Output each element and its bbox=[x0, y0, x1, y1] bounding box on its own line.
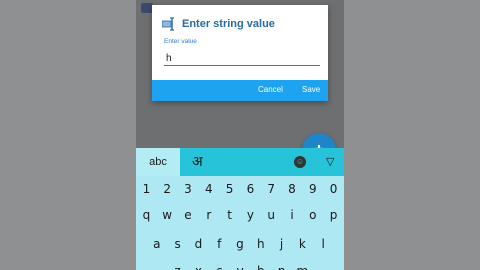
key-5[interactable]: 5 bbox=[219, 178, 240, 200]
key-k[interactable]: k bbox=[292, 233, 313, 255]
key-v[interactable]: v bbox=[230, 260, 251, 270]
keyboard-toolbar: abc अ ☺ ▽ bbox=[136, 148, 344, 176]
keyboard-tab-hindi[interactable]: अ bbox=[192, 152, 203, 171]
string-value-dialog: Enter string value Enter value Cancel Sa… bbox=[152, 5, 328, 101]
keyboard-tab-abc[interactable]: abc bbox=[136, 148, 180, 176]
key-0[interactable]: 0 bbox=[323, 178, 344, 200]
right-blur-panel bbox=[344, 0, 480, 270]
cancel-button[interactable]: Cancel bbox=[258, 85, 283, 94]
key-l[interactable]: l bbox=[313, 233, 334, 255]
key-e[interactable]: e bbox=[178, 204, 199, 226]
key-4[interactable]: 4 bbox=[198, 178, 219, 200]
key-p[interactable]: p bbox=[323, 204, 344, 226]
key-u[interactable]: u bbox=[261, 204, 282, 226]
phone-screen: Enter string value Enter value Cancel Sa… bbox=[136, 0, 344, 270]
key-x[interactable]: x bbox=[188, 260, 209, 270]
key-6[interactable]: 6 bbox=[240, 178, 261, 200]
key-1[interactable]: 1 bbox=[136, 178, 157, 200]
key-j[interactable]: j bbox=[271, 233, 292, 255]
key-t[interactable]: t bbox=[219, 204, 240, 226]
key-f[interactable]: f bbox=[209, 233, 230, 255]
key-c[interactable]: c bbox=[209, 260, 230, 270]
dialog-title: Enter string value bbox=[182, 18, 275, 30]
soft-keyboard: abc अ ☺ ▽ 1 2 3 4 5 6 7 8 9 0 q w e r t … bbox=[136, 148, 344, 270]
key-7[interactable]: 7 bbox=[261, 178, 282, 200]
keyboard-row-top-letters: q w e r t y u i o p bbox=[136, 204, 344, 226]
key-y[interactable]: y bbox=[240, 204, 261, 226]
key-i[interactable]: i bbox=[282, 204, 303, 226]
key-3[interactable]: 3 bbox=[178, 178, 199, 200]
key-a[interactable]: a bbox=[146, 233, 167, 255]
key-q[interactable]: q bbox=[136, 204, 157, 226]
key-o[interactable]: o bbox=[302, 204, 323, 226]
key-g[interactable]: g bbox=[230, 233, 251, 255]
key-8[interactable]: 8 bbox=[282, 178, 303, 200]
key-h[interactable]: h bbox=[250, 233, 271, 255]
dialog-header: Enter string value bbox=[162, 16, 275, 32]
keyboard-row-bottom-letters: z x c v b n m bbox=[136, 260, 344, 270]
dialog-footer: Cancel Save bbox=[152, 80, 328, 101]
left-blur-panel bbox=[0, 0, 136, 270]
chevron-down-icon[interactable]: ▽ bbox=[326, 155, 334, 168]
key-d[interactable]: d bbox=[188, 233, 209, 255]
save-button[interactable]: Save bbox=[302, 85, 320, 94]
key-m[interactable]: m bbox=[292, 260, 313, 270]
keyboard-row-numbers: 1 2 3 4 5 6 7 8 9 0 bbox=[136, 178, 344, 200]
key-n[interactable]: n bbox=[271, 260, 292, 270]
key-z[interactable]: z bbox=[167, 260, 188, 270]
key-b[interactable]: b bbox=[250, 260, 271, 270]
key-9[interactable]: 9 bbox=[302, 178, 323, 200]
keyboard-row-middle-letters: a s d f g h j k l bbox=[136, 233, 344, 255]
text-cursor-icon bbox=[162, 17, 174, 31]
key-w[interactable]: w bbox=[157, 204, 178, 226]
key-s[interactable]: s bbox=[167, 233, 188, 255]
value-input[interactable] bbox=[164, 51, 320, 66]
key-2[interactable]: 2 bbox=[157, 178, 178, 200]
emoji-icon[interactable]: ☺ bbox=[294, 156, 306, 168]
key-r[interactable]: r bbox=[198, 204, 219, 226]
field-label: Enter value bbox=[164, 38, 197, 45]
